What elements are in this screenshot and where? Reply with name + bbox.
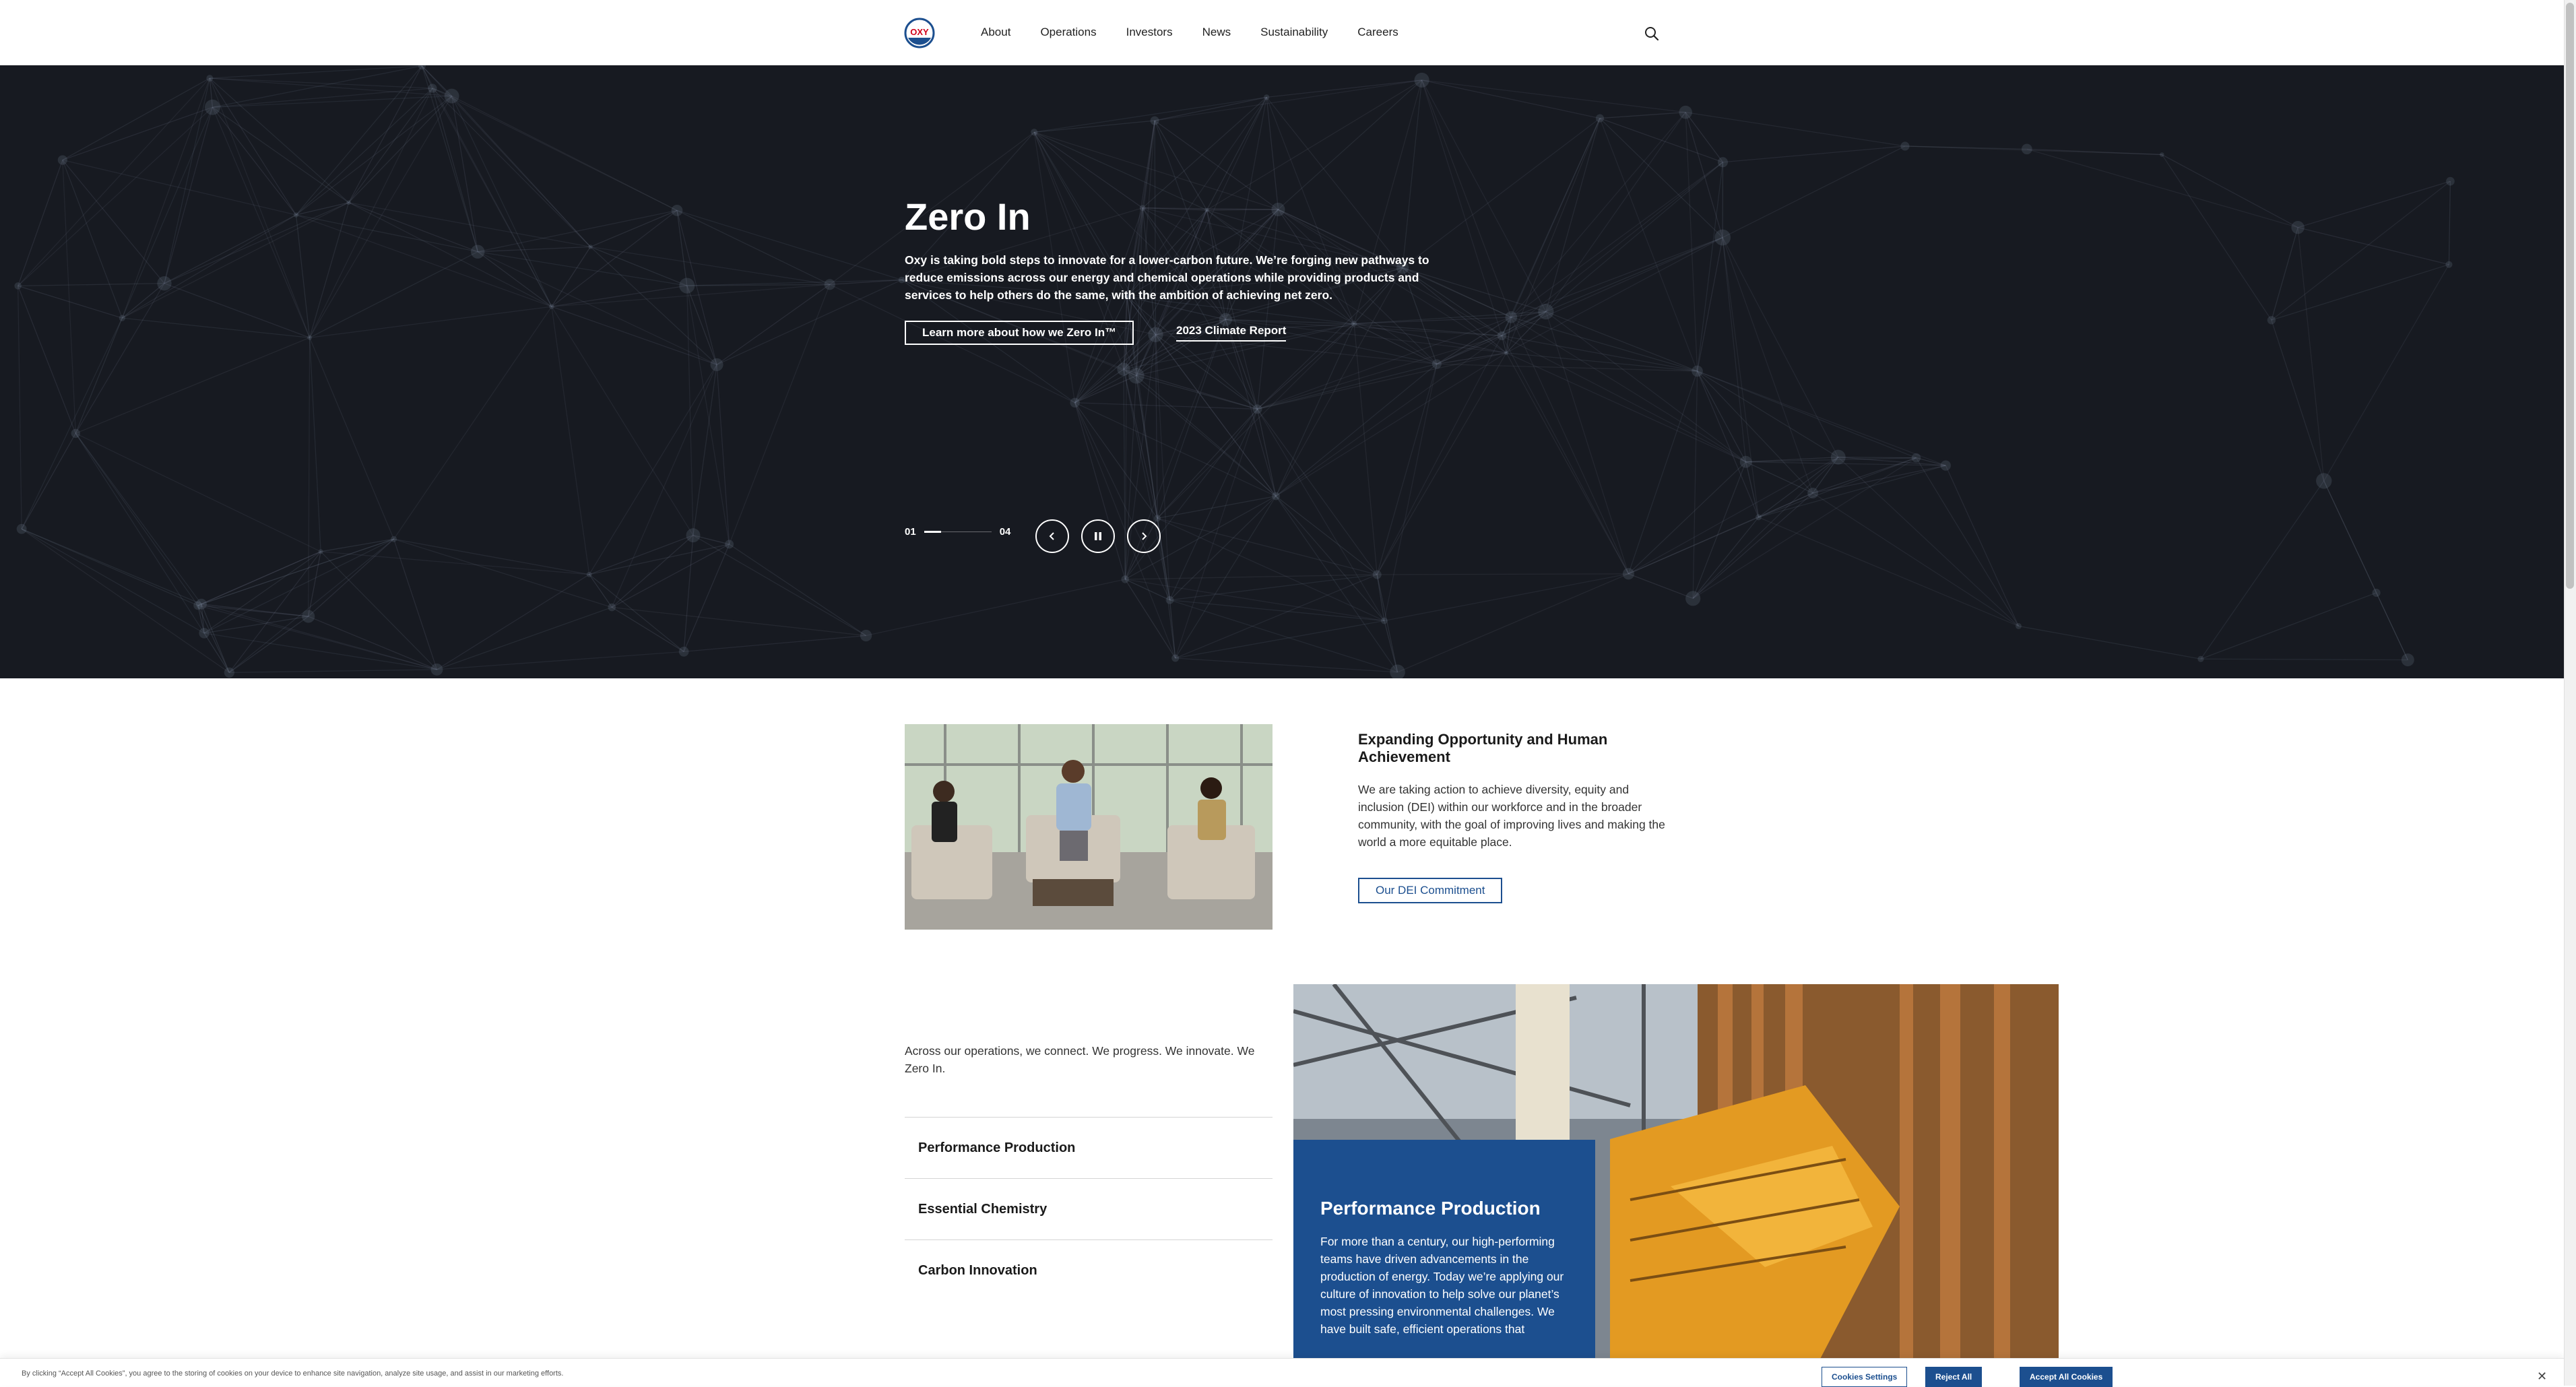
network-background bbox=[0, 65, 2564, 678]
search-icon[interactable] bbox=[1644, 26, 1660, 42]
slide-current: 01 bbox=[905, 526, 916, 538]
chevron-right-icon bbox=[1138, 531, 1149, 542]
learn-more-button[interactable]: Learn more about how we Zero In™ bbox=[905, 321, 1134, 345]
dei-title: Expanding Opportunity and Human Achievem… bbox=[1358, 731, 1675, 766]
hero-carousel: Zero In Oxy is taking bold steps to inno… bbox=[0, 65, 2564, 678]
nav-about[interactable]: About bbox=[981, 24, 1010, 40]
ops-item-essential-chemistry[interactable]: Essential Chemistry bbox=[905, 1178, 1273, 1239]
pause-slide-button[interactable] bbox=[1081, 519, 1115, 553]
previous-slide-button[interactable] bbox=[1035, 519, 1069, 553]
cookies-settings-button[interactable]: Cookies Settings bbox=[1822, 1367, 1907, 1387]
dei-commitment-button[interactable]: Our DEI Commitment bbox=[1358, 878, 1502, 903]
next-slide-button[interactable] bbox=[1127, 519, 1161, 553]
operations-card: Performance Production For more than a c… bbox=[1293, 1140, 1595, 1362]
ops-item-carbon-innovation[interactable]: Carbon Innovation bbox=[905, 1239, 1273, 1301]
accept-all-cookies-button[interactable]: Accept All Cookies bbox=[2020, 1367, 2113, 1387]
operations-list: Performance Production Essential Chemist… bbox=[905, 1117, 1273, 1301]
nav-investors[interactable]: Investors bbox=[1126, 24, 1173, 40]
slide-progress-track bbox=[924, 531, 992, 532]
dei-text: We are taking action to achieve diversit… bbox=[1358, 781, 1675, 851]
climate-report-link[interactable]: 2023 Climate Report bbox=[1176, 321, 1286, 342]
reject-all-button[interactable]: Reject All bbox=[1925, 1367, 1982, 1387]
nav-news[interactable]: News bbox=[1202, 24, 1231, 40]
cookie-text: By clicking “Accept All Cookies”, you ag… bbox=[22, 1369, 563, 1378]
chevron-left-icon bbox=[1047, 531, 1058, 542]
dei-photo bbox=[905, 724, 1273, 930]
nav-careers[interactable]: Careers bbox=[1357, 24, 1398, 40]
operations-intro: Across our operations, we connect. We pr… bbox=[905, 1042, 1272, 1077]
operations-card-title: Performance Production bbox=[1320, 1198, 1541, 1219]
hero-description: Oxy is taking bold steps to innovate for… bbox=[905, 251, 1444, 304]
hero-title: Zero In bbox=[905, 195, 1031, 238]
oxy-logo[interactable]: OXY bbox=[904, 18, 935, 49]
operations-card-text: For more than a century, our high-perfor… bbox=[1320, 1233, 1576, 1338]
ops-item-performance-production[interactable]: Performance Production bbox=[905, 1117, 1273, 1178]
scrollbar-thumb[interactable] bbox=[2566, 3, 2574, 589]
nav-operations[interactable]: Operations bbox=[1040, 24, 1096, 40]
close-icon[interactable]: ✕ bbox=[2537, 1369, 2547, 1384]
pause-icon bbox=[1093, 531, 1103, 542]
main-nav: About Operations Investors News Sustaina… bbox=[981, 24, 1428, 40]
site-header: OXY About Operations Investors News Sust… bbox=[0, 0, 2564, 65]
nav-sustainability[interactable]: Sustainability bbox=[1260, 24, 1328, 40]
slide-progress-fill bbox=[924, 531, 941, 533]
slide-total: 04 bbox=[1000, 526, 1011, 538]
cookie-banner: By clicking “Accept All Cookies”, you ag… bbox=[0, 1358, 2564, 1386]
logo-text: OXY bbox=[910, 27, 929, 37]
slide-counter: 01 04 bbox=[905, 526, 1010, 538]
